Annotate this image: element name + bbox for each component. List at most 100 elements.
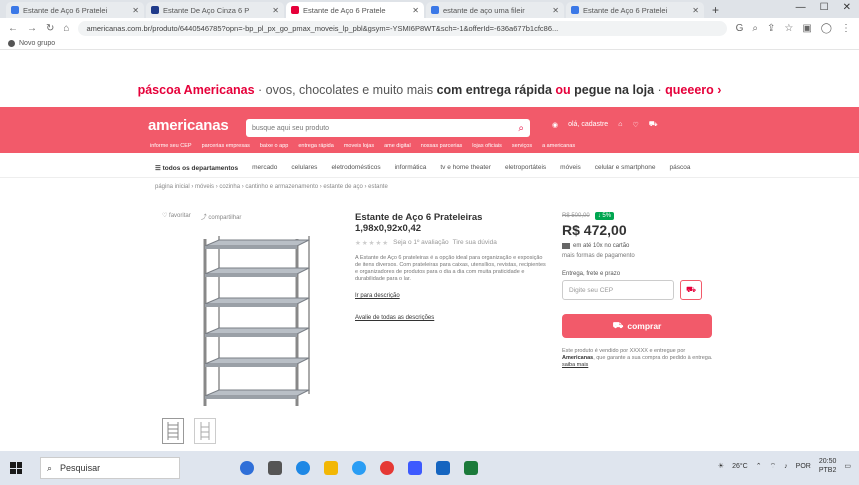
store-icon[interactable]: ⌂ (618, 121, 622, 128)
department-link[interactable]: informática (395, 164, 427, 171)
taskbar-search[interactable]: ⌕ Pesquisar (40, 457, 180, 479)
menu-icon[interactable]: ⋮ (841, 23, 851, 34)
reload-icon[interactable]: ↻ (46, 23, 54, 34)
zoom-icon[interactable]: ⌕ (752, 23, 758, 34)
thumbnail-2[interactable] (194, 418, 216, 444)
home-icon[interactable]: ⌂ (63, 23, 69, 34)
close-tab-icon[interactable]: ✕ (132, 6, 139, 15)
file-explorer-icon[interactable] (324, 461, 338, 475)
close-window-icon[interactable]: ✕ (843, 2, 851, 13)
department-link[interactable]: móveis (560, 164, 581, 171)
discount-badge: ↓ 5% (594, 212, 615, 220)
department-link[interactable]: celular e smartphone (595, 164, 656, 171)
product-image[interactable] (162, 232, 352, 410)
volume-icon[interactable]: ♪ (784, 463, 788, 470)
cart-icon: ⛟ (612, 320, 624, 330)
word-icon[interactable] (436, 461, 450, 475)
share-link[interactable]: ⤴ compartilhar (201, 212, 242, 221)
price: R$ 472,00 (562, 222, 627, 238)
header-sub-link[interactable]: moveis lojas (344, 143, 374, 149)
questions-link[interactable]: Tire sua dúvida (453, 239, 497, 247)
browser-tab[interactable]: Estante de Aço 6 Pratelei ✕ (6, 2, 144, 18)
browser-tab[interactable]: Estante de Aço 6 Pratelei ✕ (566, 2, 704, 18)
department-link[interactable]: mercado (252, 164, 277, 171)
promo-banner[interactable]: páscoa Americanas · ovos, chocolates e m… (0, 78, 859, 102)
department-link[interactable]: eletroportáteis (505, 164, 546, 171)
search-bar[interactable]: busque aqui seu produto ⌕ (246, 119, 530, 137)
bookmark-group[interactable]: Novo grupo (19, 40, 55, 47)
header-sub-link[interactable]: baixe o app (260, 143, 288, 149)
heart-icon[interactable]: ♡ (632, 121, 638, 129)
edge-icon[interactable] (296, 461, 310, 475)
sidebar-icon[interactable]: ▣ (802, 23, 811, 34)
store-app-icon[interactable] (408, 461, 422, 475)
header-sub-link[interactable]: ame digital (384, 143, 411, 149)
weather-temp[interactable]: 26°C (732, 463, 748, 470)
app-red-icon[interactable] (380, 461, 394, 475)
thumbnail-1[interactable] (162, 418, 184, 444)
site-logo[interactable]: americanas (148, 117, 229, 134)
language[interactable]: POR (796, 463, 811, 470)
google-icon[interactable]: G (736, 23, 744, 34)
maximize-icon[interactable]: ☐ (820, 2, 829, 13)
reviews-link[interactable]: Avalie de todas as descrições (355, 315, 550, 321)
header-sub-link[interactable]: serviços (512, 143, 532, 149)
tray-chevron-icon[interactable]: ⌃ (756, 462, 762, 470)
browser-tab[interactable]: estante de aço uma fileir ✕ (426, 2, 564, 18)
share-icon[interactable]: ⇪ (767, 23, 775, 34)
minimize-icon[interactable]: — (796, 2, 806, 13)
payment-options-link[interactable]: mais formas de pagamento (562, 253, 718, 259)
cart-icon[interactable]: ⛟ (649, 120, 658, 129)
bookmark-star-icon[interactable]: ☆ (784, 23, 793, 34)
close-tab-icon[interactable]: ✕ (412, 6, 419, 15)
user-icon[interactable]: ◉ (552, 121, 558, 129)
header-sub-link[interactable]: a americanas (542, 143, 575, 149)
close-tab-icon[interactable]: ✕ (692, 6, 699, 15)
clock[interactable]: 20:50 PTB2 (819, 457, 837, 475)
favorite-link[interactable]: ♡ favoritar (162, 212, 191, 221)
department-link[interactable]: páscoa (669, 164, 690, 171)
cep-input[interactable]: Digite seu CEP (562, 280, 674, 300)
browser-tab[interactable]: Estante De Aço Cinza 6 P ✕ (146, 2, 284, 18)
browser-tab[interactable]: Estante de Aço 6 Pratele ✕ (286, 2, 424, 18)
network-icon[interactable]: ⌔ (770, 462, 777, 471)
buy-button[interactable]: ⛟ comprar (562, 314, 712, 338)
url-field[interactable]: americanas.com.br/produto/6440546785?opn… (78, 20, 727, 36)
header-sub-links: informe seu CEP parcerias empresas baixe o… (150, 143, 709, 149)
header-sub-link[interactable]: lojas oficiais (472, 143, 502, 149)
search-icon[interactable]: ⌕ (518, 123, 524, 134)
product-gallery: ♡ favoritar ⤴ compartilhar (162, 212, 352, 444)
header-sub-link[interactable]: informe seu CEP (150, 143, 192, 149)
search-input[interactable]: busque aqui seu produto (252, 125, 518, 132)
weather-icon[interactable]: ☀ (718, 462, 724, 470)
chrome-icon[interactable] (352, 461, 366, 475)
new-tab-button[interactable]: + (712, 2, 719, 18)
back-icon[interactable]: ← (8, 23, 18, 34)
windows-start-icon[interactable] (10, 462, 22, 474)
department-link[interactable]: eletrodomésticos (331, 164, 380, 171)
header-sub-link[interactable]: parcerias empresas (202, 143, 250, 149)
bing-icon[interactable] (240, 461, 254, 475)
excel-icon[interactable] (464, 461, 478, 475)
promo-cta[interactable]: queeero › (665, 83, 721, 97)
rating-stars[interactable]: ★★★★★ (355, 239, 389, 247)
close-tab-icon[interactable]: ✕ (552, 6, 559, 15)
description-link[interactable]: Ir para descrição (355, 293, 550, 299)
notifications-icon[interactable]: ▭ (844, 462, 851, 470)
close-tab-icon[interactable]: ✕ (272, 6, 279, 15)
all-departments[interactable]: ☰ todos os departamentos (155, 164, 238, 172)
department-link[interactable]: tv e home theater (440, 164, 491, 171)
profile-icon[interactable]: ◯ (821, 23, 832, 34)
department-link[interactable]: celulares (291, 164, 317, 171)
task-view-icon[interactable] (268, 461, 282, 475)
note-link[interactable]: saiba mais (562, 362, 588, 368)
account-link[interactable]: olá, cadastre (568, 121, 608, 128)
rating-text[interactable]: Seja o 1º avaliação (393, 239, 449, 247)
header-sub-link[interactable]: nossas parcerias (421, 143, 463, 149)
product-description: A Estante de Aço 6 prateleiras é a opção… (355, 255, 546, 282)
cep-submit-button[interactable]: ⛟ (680, 280, 702, 300)
share-label: compartilhar (208, 215, 242, 221)
forward-icon[interactable]: → (27, 23, 37, 34)
breadcrumb[interactable]: página inicial › móveis › cozinha › cant… (155, 184, 388, 190)
header-sub-link[interactable]: entrega rápida (298, 143, 333, 149)
